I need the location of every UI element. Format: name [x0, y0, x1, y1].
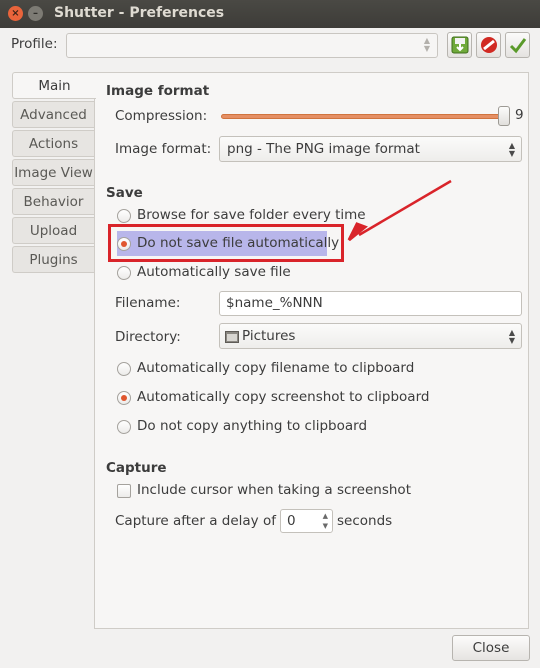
- annotation-arrow-icon: [347, 179, 452, 242]
- save-profile-button[interactable]: [447, 32, 472, 58]
- compression-slider-handle[interactable]: [498, 106, 510, 126]
- window-title: Shutter - Preferences: [54, 5, 225, 21]
- apply-profile-icon: [509, 38, 527, 54]
- radio-copy-nothing-label[interactable]: Do not copy anything to clipboard: [137, 418, 367, 434]
- filename-value: $name_%NNN: [226, 295, 323, 311]
- directory-value: Pictures: [242, 328, 296, 344]
- radio-copy-filename-label[interactable]: Automatically copy filename to clipboard: [137, 360, 414, 376]
- apply-profile-button[interactable]: [505, 32, 530, 58]
- close-button[interactable]: Close: [452, 635, 530, 661]
- tab-upload[interactable]: Upload: [12, 217, 94, 244]
- tab-image-view[interactable]: Image View: [12, 159, 94, 186]
- tab-actions[interactable]: Actions: [12, 130, 94, 157]
- window-close-button[interactable]: ×: [8, 6, 23, 21]
- main-panel: Image format Compression: 9 Image format…: [94, 72, 529, 629]
- delay-value: 0: [287, 513, 296, 529]
- capture-heading: Capture: [106, 460, 167, 476]
- radio-copy-nothing[interactable]: [117, 420, 131, 434]
- spin-up-icon[interactable]: ▲: [323, 512, 328, 520]
- directory-dropdown[interactable]: Pictures ▲ ▼: [219, 323, 522, 349]
- filename-label: Filename:: [115, 295, 181, 311]
- include-cursor-checkbox[interactable]: [117, 484, 131, 498]
- image-format-value: png - The PNG image format: [227, 141, 420, 157]
- save-heading: Save: [106, 185, 143, 201]
- title-bar: × – Shutter - Preferences: [0, 0, 540, 28]
- combo-arrows-icon: ▲ ▼: [508, 328, 515, 345]
- combo-arrows-icon: ▲ ▼: [423, 36, 430, 53]
- radio-auto-save-label[interactable]: Automatically save file: [137, 264, 291, 280]
- radio-copy-filename[interactable]: [117, 362, 131, 376]
- filename-field[interactable]: $name_%NNN: [219, 291, 522, 316]
- include-cursor-label[interactable]: Include cursor when taking a screenshot: [137, 482, 411, 498]
- radio-auto-save[interactable]: [117, 266, 131, 280]
- compression-slider[interactable]: [221, 114, 506, 119]
- compression-label: Compression:: [115, 108, 208, 124]
- image-format-label: Image format:: [115, 141, 212, 157]
- delay-label: Capture after a delay of: [115, 513, 276, 529]
- radio-browse-folder-label[interactable]: Browse for save folder every time: [137, 207, 366, 223]
- radio-do-not-save-label[interactable]: Do not save file automatically: [137, 235, 339, 251]
- save-profile-icon: [451, 36, 469, 54]
- image-format-heading: Image format: [106, 83, 210, 99]
- tab-plugins[interactable]: Plugins: [12, 246, 94, 273]
- tab-list: Main Advanced Actions Image View Behavio…: [12, 72, 96, 275]
- radio-copy-screenshot[interactable]: [117, 391, 131, 405]
- tab-main[interactable]: Main: [12, 72, 96, 99]
- window-minimize-button[interactable]: –: [28, 6, 43, 21]
- delete-profile-icon: [481, 37, 497, 53]
- profile-label: Profile:: [11, 36, 58, 52]
- image-format-dropdown[interactable]: png - The PNG image format ▲ ▼: [219, 136, 522, 162]
- radio-copy-screenshot-label[interactable]: Automatically copy screenshot to clipboa…: [137, 389, 429, 405]
- combo-arrows-icon: ▲ ▼: [508, 141, 515, 158]
- tab-behavior[interactable]: Behavior: [12, 188, 94, 215]
- delay-spinner[interactable]: 0 ▲ ▼: [280, 509, 333, 533]
- delay-unit-label: seconds: [337, 513, 393, 529]
- delete-profile-button[interactable]: [476, 32, 501, 58]
- profile-dropdown[interactable]: ▲ ▼: [66, 33, 438, 58]
- spin-down-icon[interactable]: ▼: [323, 522, 328, 530]
- radio-do-not-save[interactable]: [117, 237, 131, 251]
- folder-icon: [225, 331, 239, 343]
- compression-value: 9: [515, 107, 524, 123]
- directory-label: Directory:: [115, 329, 181, 345]
- radio-browse-folder[interactable]: [117, 209, 131, 223]
- tab-advanced[interactable]: Advanced: [12, 101, 94, 128]
